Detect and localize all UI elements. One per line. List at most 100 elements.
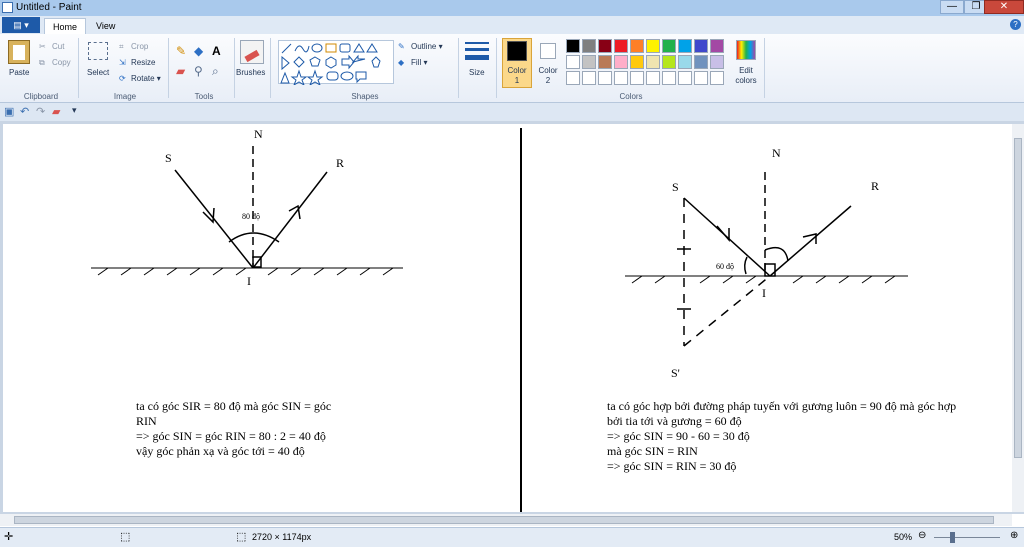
fill-icon[interactable]: ◆: [194, 44, 203, 58]
image-group-label: Image: [113, 92, 137, 101]
help-button[interactable]: ?: [1010, 19, 1021, 30]
cut-button[interactable]: Cut: [52, 42, 64, 51]
copy-icon: ⧉: [39, 58, 45, 67]
customize-qat-icon[interactable]: ▾: [72, 105, 77, 116]
ribbon-separator: [496, 38, 497, 98]
color2-label[interactable]: Color 2: [536, 66, 560, 86]
palette-swatch[interactable]: [598, 39, 612, 53]
close-button[interactable]: ✕: [984, 0, 1024, 14]
text-icon[interactable]: A: [212, 44, 221, 58]
select-button[interactable]: Select: [87, 68, 109, 77]
ribbon-separator: [78, 38, 79, 98]
edit-colors-button[interactable]: Edit colors: [732, 66, 760, 86]
size-button[interactable]: Size: [469, 68, 485, 77]
palette-swatch[interactable]: [582, 39, 596, 53]
fill-dropdown[interactable]: Fill ▾: [411, 58, 427, 67]
palette-swatch[interactable]: [694, 55, 708, 69]
paste-button[interactable]: Paste: [9, 68, 29, 77]
zoom-slider[interactable]: [934, 537, 1000, 538]
palette-swatch[interactable]: [566, 39, 580, 53]
right-note-line: => góc SIN = RIN = 30 độ: [607, 459, 737, 473]
palette-swatch[interactable]: [662, 39, 676, 53]
cut-icon: ✂: [39, 42, 46, 51]
crop-button[interactable]: Crop: [131, 42, 148, 51]
palette-swatch[interactable]: [582, 55, 596, 69]
rotate-button[interactable]: Rotate ▾: [131, 74, 161, 83]
palette-swatch[interactable]: [678, 71, 692, 85]
right-note-line: bởi tia tới và gương = 60 độ: [607, 414, 742, 428]
palette-swatch[interactable]: [662, 55, 676, 69]
copy-button[interactable]: Copy: [52, 58, 71, 67]
paste-icon[interactable]: [8, 40, 30, 64]
palette-swatch[interactable]: [566, 71, 580, 85]
palette-swatch[interactable]: [710, 71, 724, 85]
horizontal-scrollbar[interactable]: [0, 514, 1012, 526]
title-bar: Untitled - Paint — ❐ ✕: [0, 0, 1024, 16]
file-menu-button[interactable]: ▤ ▾: [2, 17, 40, 33]
vertical-scrollbar[interactable]: [1012, 124, 1024, 512]
rotate-icon: ⟳: [119, 74, 126, 83]
eraser-icon[interactable]: ▰: [176, 64, 185, 78]
label-s-right: S: [672, 180, 679, 194]
tab-view[interactable]: View: [88, 18, 123, 34]
window-title: Untitled - Paint: [16, 2, 82, 13]
magnifier-icon[interactable]: ⌕: [212, 64, 219, 79]
color-picker-icon[interactable]: ⚲: [194, 64, 203, 78]
label-i-right: I: [762, 286, 766, 300]
minimize-button[interactable]: —: [940, 0, 964, 14]
left-note-line: RIN: [136, 414, 157, 428]
zoom-slider-thumb[interactable]: [950, 532, 955, 543]
image-size-icon: ⬚: [236, 531, 247, 543]
angle-label-right: 60 độ: [716, 262, 734, 271]
palette-swatch[interactable]: [662, 71, 676, 85]
palette-swatch[interactable]: [598, 71, 612, 85]
redo-icon[interactable]: ↷: [36, 105, 45, 118]
outline-dropdown[interactable]: Outline ▾: [411, 42, 443, 51]
eraser-quick-icon[interactable]: ▰: [52, 105, 60, 118]
shapes-gallery[interactable]: [278, 40, 394, 87]
palette-swatch[interactable]: [614, 39, 628, 53]
palette-swatch[interactable]: [630, 71, 644, 85]
palette-swatch[interactable]: [566, 55, 580, 69]
palette-swatch[interactable]: [646, 71, 660, 85]
edit-colors-icon[interactable]: [736, 40, 756, 60]
palette-swatch[interactable]: [630, 55, 644, 69]
palette-swatch[interactable]: [710, 39, 724, 53]
zoom-out-icon[interactable]: ⊖: [918, 530, 926, 541]
zoom-in-icon[interactable]: ⊕: [1010, 530, 1018, 541]
palette-swatch[interactable]: [630, 39, 644, 53]
label-s-prime: S': [671, 366, 680, 380]
brushes-button[interactable]: Brushes: [236, 68, 265, 77]
horizontal-scroll-thumb[interactable]: [14, 516, 994, 524]
label-n-left: N: [254, 127, 263, 141]
label-n-right: N: [772, 146, 781, 160]
palette-swatch[interactable]: [646, 39, 660, 53]
paint-app-icon[interactable]: [2, 2, 13, 13]
color2-swatch[interactable]: [540, 43, 556, 59]
tab-home[interactable]: Home: [44, 18, 87, 35]
select-icon[interactable]: [88, 42, 108, 60]
palette-swatch[interactable]: [694, 39, 708, 53]
palette-swatch[interactable]: [646, 55, 660, 69]
palette-swatch[interactable]: [598, 55, 612, 69]
save-icon[interactable]: ▣: [4, 105, 14, 118]
tools-palette: ✎ ◆ A ▰ ⚲ ⌕: [176, 44, 232, 80]
undo-icon[interactable]: ↶: [20, 105, 29, 118]
resize-button[interactable]: Resize: [131, 58, 155, 67]
brushes-icon[interactable]: [240, 40, 264, 64]
color1-swatch: [507, 41, 527, 61]
palette-swatch[interactable]: [710, 55, 724, 69]
fill-bucket-icon: ◆: [398, 58, 405, 67]
right-note-line: mà góc SIN = RIN: [607, 444, 698, 458]
pencil-icon[interactable]: ✎: [176, 44, 186, 58]
palette-swatch[interactable]: [678, 55, 692, 69]
palette-swatch[interactable]: [582, 71, 596, 85]
palette-swatch[interactable]: [614, 71, 628, 85]
size-icon[interactable]: [465, 42, 489, 64]
palette-swatch[interactable]: [694, 71, 708, 85]
vertical-scroll-thumb[interactable]: [1014, 138, 1022, 458]
drawing-canvas[interactable]: N S R I 80 độ N S R I S' 60 độ ta có góc…: [3, 124, 1012, 512]
palette-swatch[interactable]: [678, 39, 692, 53]
label-r-right: R: [871, 179, 880, 193]
palette-swatch[interactable]: [614, 55, 628, 69]
